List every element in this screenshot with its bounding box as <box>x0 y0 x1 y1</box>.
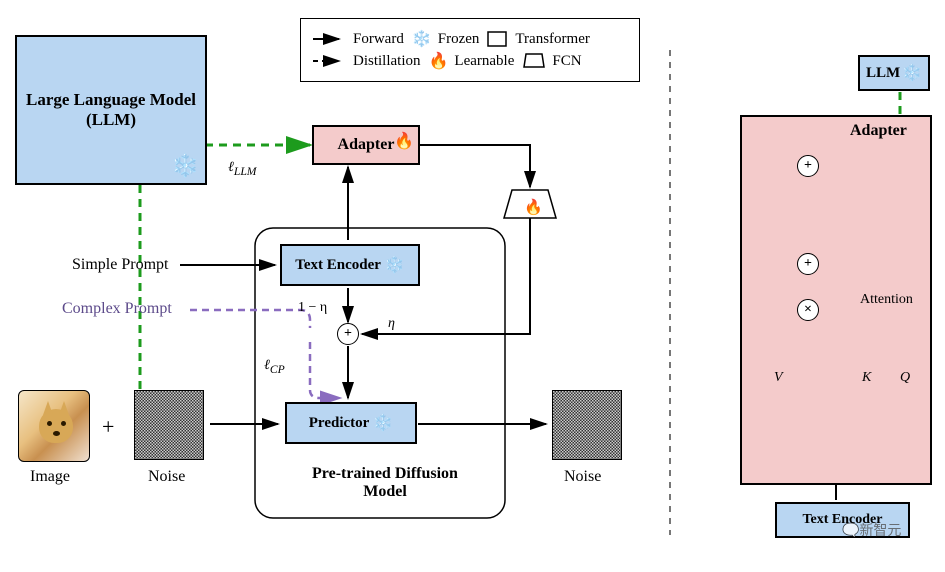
k-label: K <box>862 370 871 386</box>
text-encoder-box: Text Encoder ❄️ <box>280 244 420 286</box>
plus-circle2: + <box>797 155 819 177</box>
legend-distillation: Distillation <box>313 53 421 70</box>
legend-fcn: FCN <box>522 52 581 70</box>
adapter-panel-label: Adapter <box>850 122 907 140</box>
simple-prompt-label: Simple Prompt <box>72 256 168 274</box>
snowflake-icon: ❄️ <box>385 255 405 275</box>
llm-small-box: LLM ❄️ <box>858 55 930 91</box>
snowflake-icon: ❄️ <box>373 413 393 433</box>
fire-icon: 🔥 <box>429 51 449 71</box>
image-thumbnail <box>18 390 90 462</box>
legend-transformer-label: Transformer <box>515 31 589 48</box>
legend-transformer: Transformer <box>487 31 589 48</box>
image-label: Image <box>30 468 70 486</box>
legend-row: Forward ❄️ Frozen Transformer <box>313 29 627 49</box>
diffusion-model-label: Pre-trained Diffusion Model <box>305 465 465 501</box>
attention-label: Attention <box>860 292 913 308</box>
legend-learnable-label: Learnable <box>454 53 514 70</box>
snowflake-icon: ❄️ <box>172 153 199 179</box>
noise-label: Noise <box>148 468 185 486</box>
loss-cp: ℓCP <box>264 358 285 376</box>
llm-title: Large Language Model (LLM) <box>25 90 197 130</box>
text-encoder-label: Text Encoder <box>295 257 381 274</box>
adapter-label: Adapter <box>338 136 395 154</box>
legend-forward: Forward <box>313 31 404 48</box>
legend-fcn-label: FCN <box>552 53 581 70</box>
legend-distillation-label: Distillation <box>353 53 421 70</box>
legend-frozen-label: Frozen <box>438 31 480 48</box>
eta-label: η <box>388 316 395 332</box>
loss-llm: ℓLLM <box>228 160 257 178</box>
plus-circle1: + <box>797 253 819 275</box>
predictor-label: Predictor <box>309 415 370 432</box>
fire-icon: 🔥 <box>394 131 414 151</box>
v-label: V <box>774 370 783 386</box>
adapter-box: Adapter 🔥 <box>312 125 420 165</box>
snowflake-icon: ❄️ <box>902 63 922 83</box>
plus-text: + <box>102 414 114 440</box>
llm-box: Large Language Model (LLM) ❄️ <box>15 35 207 185</box>
noise2-label: Noise <box>564 468 601 486</box>
plus-circle: + <box>337 323 359 345</box>
watermark: 🗨️新智元 <box>842 520 901 540</box>
svg-text:🔥: 🔥 <box>524 198 543 216</box>
legend-frozen: ❄️ Frozen <box>412 29 480 49</box>
llm-small-label: LLM <box>866 65 900 82</box>
complex-prompt-label: Complex Prompt <box>62 300 172 318</box>
predictor-box: Predictor ❄️ <box>285 402 417 444</box>
snowflake-icon: ❄️ <box>412 29 432 49</box>
legend-learnable: 🔥 Learnable <box>429 51 515 71</box>
mult-circle: × <box>797 299 819 321</box>
legend: Forward ❄️ Frozen Transformer Distillati… <box>300 18 640 82</box>
legend-forward-label: Forward <box>353 31 404 48</box>
noise-output <box>552 390 622 460</box>
legend-row: Distillation 🔥 Learnable FCN <box>313 51 627 71</box>
q-label: Q <box>900 370 910 386</box>
one-minus-eta-label: 1 − η <box>298 300 327 316</box>
noise-thumbnail <box>134 390 204 460</box>
